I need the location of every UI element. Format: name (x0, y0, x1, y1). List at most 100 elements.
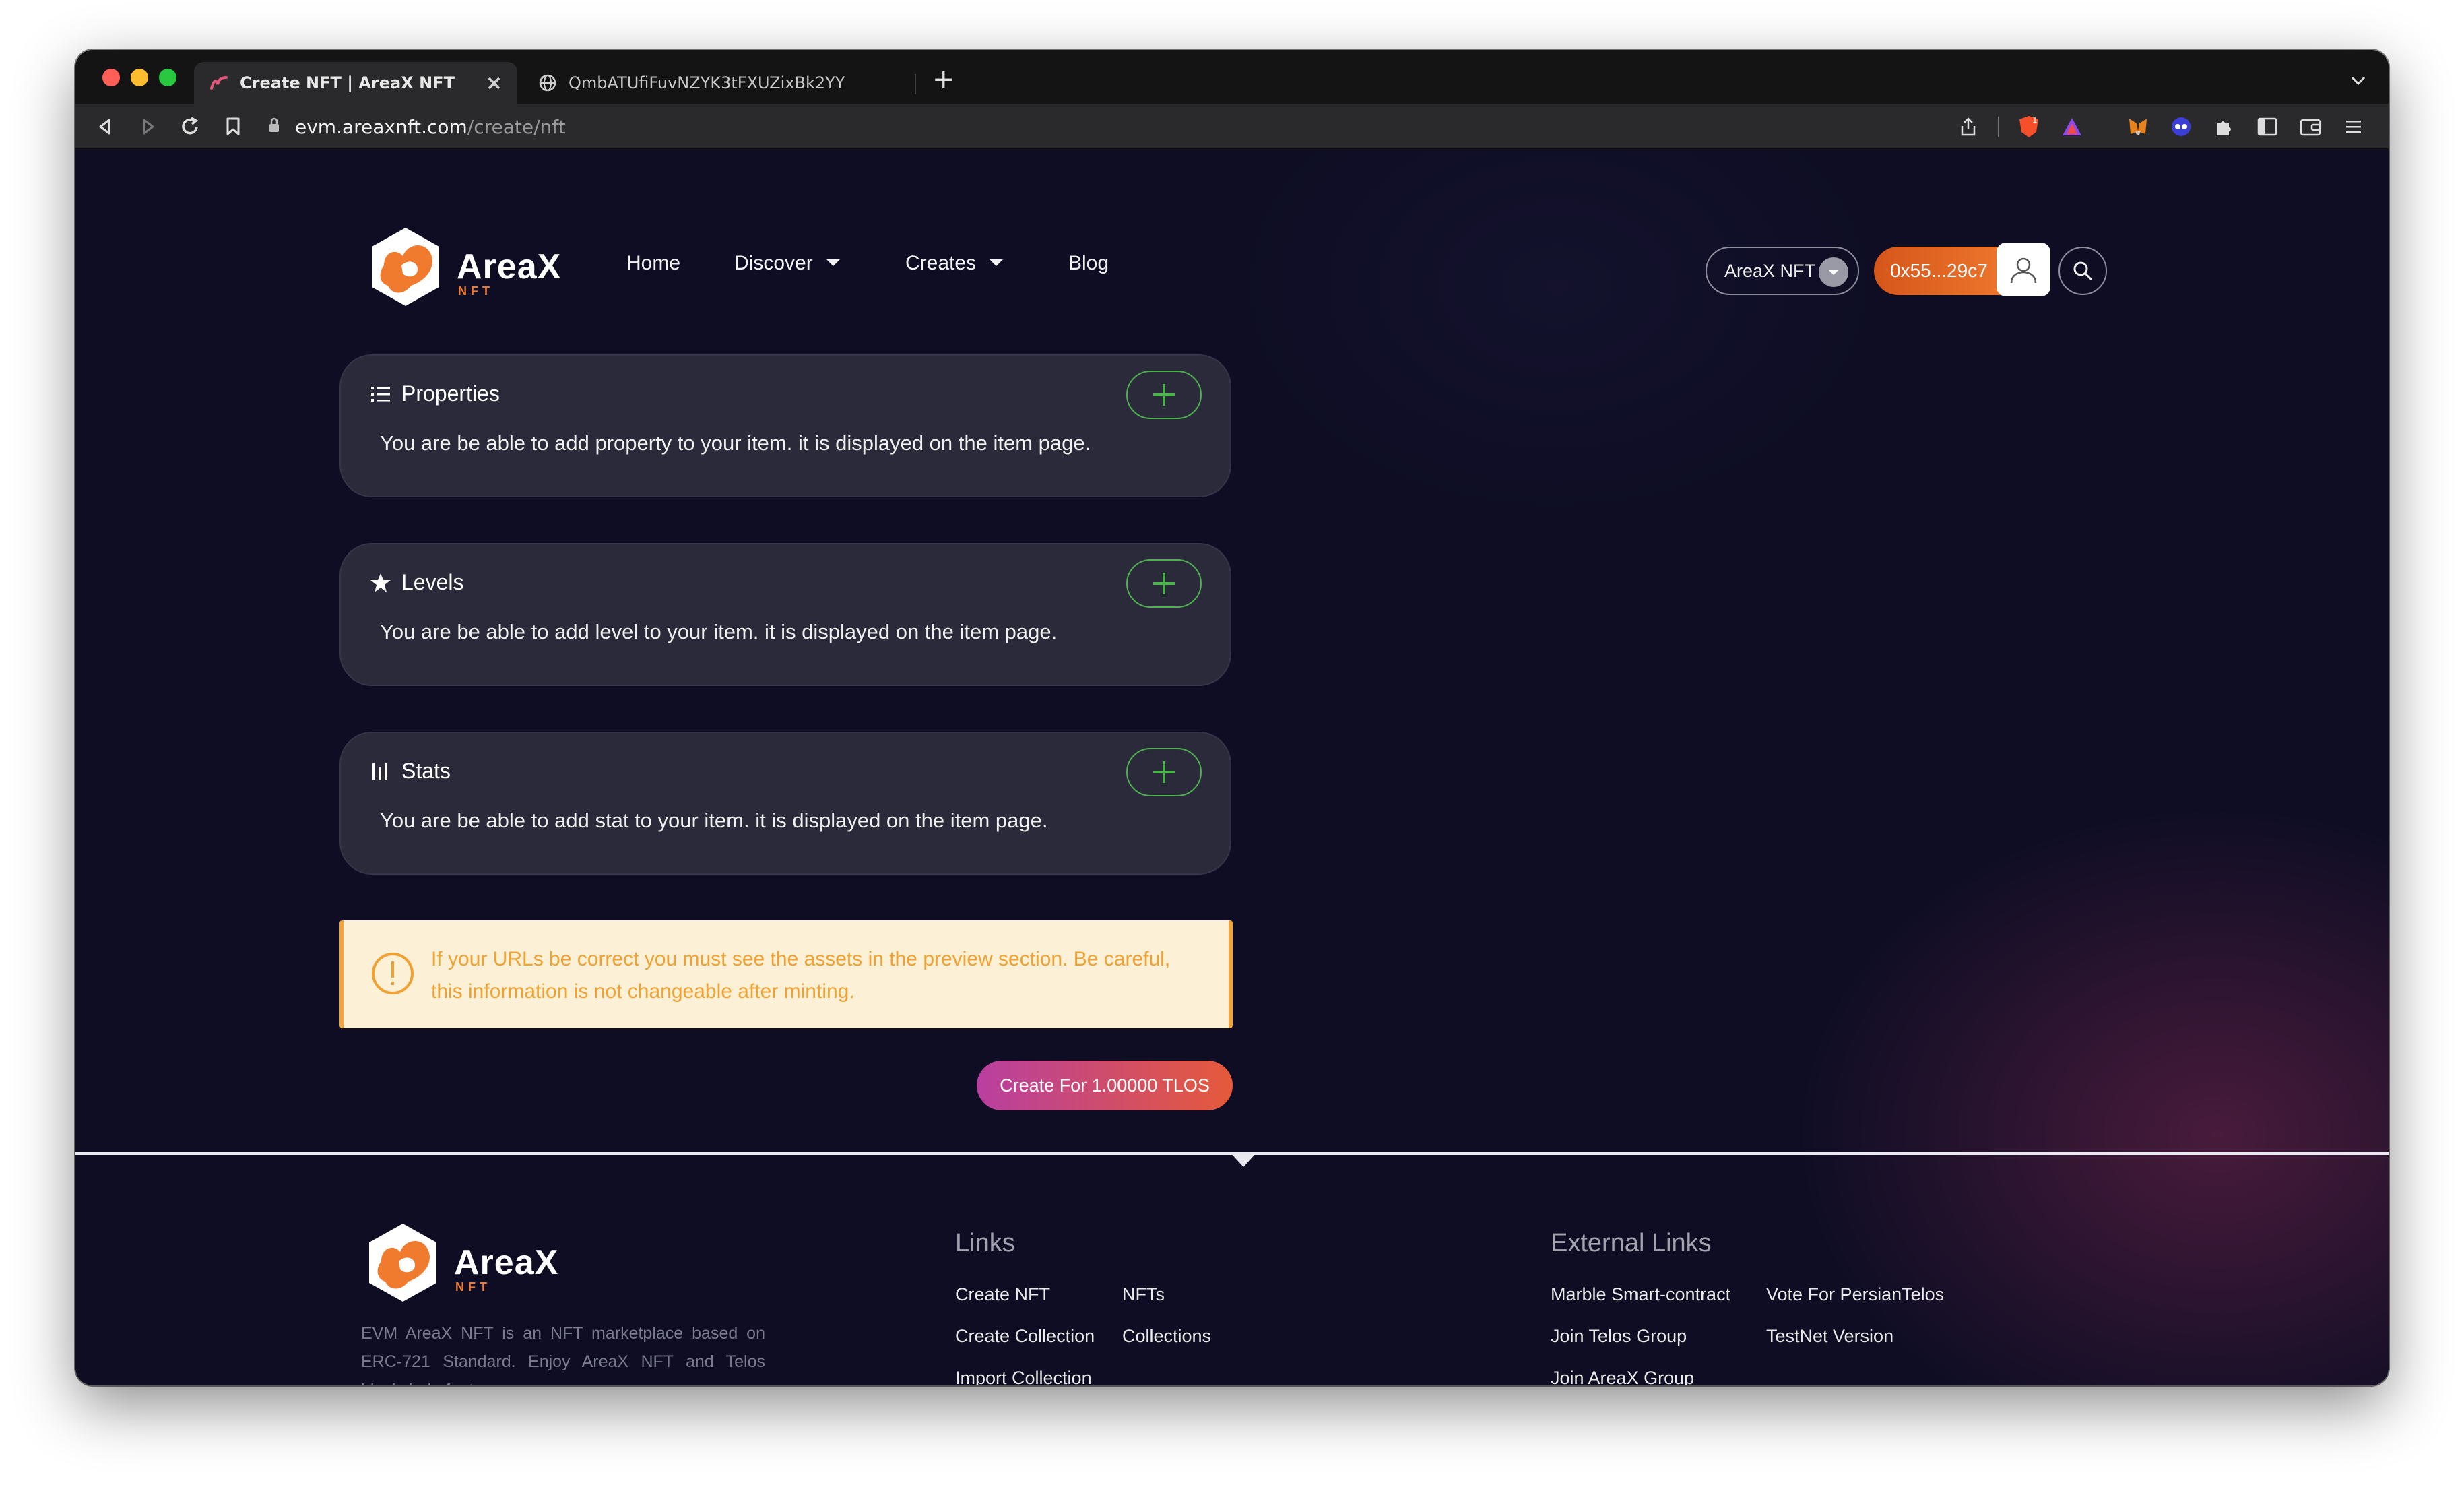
add-level-button[interactable] (1126, 559, 1202, 608)
divider-notch (1230, 1152, 1257, 1167)
back-icon[interactable] (92, 113, 119, 140)
footer-link-testnet[interactable]: TestNet Version (1766, 1326, 1893, 1347)
tab-title: QmbATUfiFuvNZYK3tFXUZixBk2YY (569, 73, 845, 92)
logo-wordmark: AreaX NFT (457, 247, 562, 298)
close-tab-icon[interactable]: × (486, 71, 502, 95)
warning-circle-icon (372, 953, 414, 994)
caret-down-icon (990, 259, 1004, 267)
metamask-icon[interactable] (2123, 112, 2153, 141)
areax-favicon-icon (209, 73, 229, 93)
minimize-window-button[interactable] (131, 69, 148, 86)
footer-link-collections[interactable]: Collections (1122, 1326, 1211, 1347)
footer-external-heading: External Links (1551, 1229, 1712, 1257)
footer-link-create-collection[interactable]: Create Collection (955, 1326, 1095, 1347)
list-icon (369, 383, 392, 406)
sidebar-icon[interactable] (2252, 112, 2282, 141)
wallet-icon[interactable] (2296, 112, 2325, 141)
wallet-extension-icon[interactable] (2166, 112, 2196, 141)
footer-logo[interactable]: AreaX NFT (361, 1221, 558, 1304)
search-icon (2073, 261, 2092, 280)
lock-icon (268, 116, 280, 138)
browser-window: Create NFT | AreaX NFT × QmbATUfiFuvNZYK… (75, 50, 2389, 1385)
logo-subtitle: NFT (458, 284, 494, 298)
add-property-button[interactable] (1126, 371, 1202, 419)
close-window-button[interactable] (102, 69, 120, 86)
properties-heading: Properties (369, 381, 500, 406)
nav-blog[interactable]: Blog (1068, 252, 1109, 275)
areax-logo-icon (369, 1224, 436, 1302)
footer-link-vote[interactable]: Vote For PersianTelos (1766, 1284, 1944, 1305)
areax-logo-icon (372, 228, 439, 306)
tab-title: Create NFT | AreaX NFT (240, 73, 455, 92)
star-icon (369, 571, 392, 594)
footer-description: EVM AreaX NFT is an NFT marketplace base… (361, 1324, 765, 1385)
stats-card: Stats You are be able to add stat to you… (339, 732, 1231, 875)
footer-logo-subtitle: NFT (455, 1280, 491, 1294)
svg-text:1: 1 (2032, 115, 2038, 125)
footer-logo-wordmark: AreaX NFT (454, 1242, 559, 1294)
caret-down-icon (826, 259, 840, 267)
alert-text: If your URLs be correct you must see the… (431, 948, 1171, 1003)
levels-card: Levels You are be able to add level to y… (339, 543, 1231, 686)
footer-link-marble[interactable]: Marble Smart-contract (1551, 1284, 1730, 1305)
properties-card: Properties You are be able to add proper… (339, 354, 1231, 497)
nav-home[interactable]: Home (626, 252, 680, 275)
share-icon[interactable] (1953, 112, 1983, 141)
url-path: /create/nft (467, 115, 566, 138)
puzzle-icon[interactable] (2209, 112, 2239, 141)
tab-ipfs[interactable]: QmbATUfiFuvNZYK3tFXUZixBk2YY (523, 62, 913, 104)
browser-toolbar: evm.areaxnft.com/create/nft 1 (75, 104, 2389, 150)
search-button[interactable] (2058, 247, 2107, 295)
nav-creates-label: Creates (905, 252, 977, 274)
plus-icon (1153, 384, 1175, 406)
footer-link-nfts[interactable]: NFTs (1122, 1284, 1165, 1305)
extension-icons: 1 (1953, 110, 2368, 143)
properties-title: Properties (401, 381, 500, 406)
brave-rewards-icon[interactable] (2057, 112, 2087, 141)
properties-description: You are be able to add property to your … (380, 431, 1091, 455)
plus-icon (1153, 761, 1175, 783)
tab-create-nft[interactable]: Create NFT | AreaX NFT × (194, 62, 517, 104)
url-host: evm.areaxnft.com (295, 115, 467, 138)
user-icon (2010, 257, 2037, 284)
footer-logo-title: AreaX (454, 1243, 559, 1282)
new-tab-button[interactable]: + (932, 66, 955, 93)
levels-description: You are be able to add level to your ite… (380, 620, 1058, 643)
wallet-address: 0x55...29c7 (1890, 260, 1988, 281)
nav-discover-label: Discover (734, 252, 813, 274)
stats-heading: Stats (369, 759, 451, 784)
network-label: AreaX NFT (1724, 260, 1816, 281)
header-logo[interactable]: AreaX NFT (364, 225, 561, 309)
create-nft-button[interactable]: Create For 1.00000 TLOS (977, 1061, 1233, 1110)
tab-separator (915, 74, 916, 94)
user-avatar-button[interactable] (1997, 243, 2050, 296)
footer-link-import-collection[interactable]: Import Collection (955, 1368, 1092, 1385)
menu-icon[interactable] (2339, 112, 2368, 141)
forward-icon[interactable] (135, 113, 162, 140)
stats-title: Stats (401, 759, 451, 783)
page-content: AreaX NFT Home Discover Creates Blog Are… (75, 151, 2389, 1385)
footer-link-create-nft[interactable]: Create NFT (955, 1284, 1050, 1305)
nav-discover[interactable]: Discover (734, 252, 840, 275)
footer-link-areax-group[interactable]: Join AreaX Group (1551, 1368, 1694, 1385)
brave-shields-icon[interactable]: 1 (2014, 112, 2044, 141)
chevron-down-icon (1819, 257, 1848, 287)
add-stat-button[interactable] (1126, 748, 1202, 796)
network-selector[interactable]: AreaX NFT (1706, 247, 1859, 295)
toolbar-divider (1997, 112, 2001, 141)
tab-bar: Create NFT | AreaX NFT × QmbATUfiFuvNZYK… (75, 50, 2389, 104)
bookmark-icon[interactable] (220, 113, 247, 140)
bar-stats-icon (369, 760, 392, 783)
globe-icon (538, 73, 558, 93)
levels-heading: Levels (369, 570, 464, 595)
footer-link-telos-group[interactable]: Join Telos Group (1551, 1326, 1687, 1347)
reload-icon[interactable] (176, 113, 203, 140)
warning-alert: If your URLs be correct you must see the… (339, 920, 1233, 1028)
levels-title: Levels (401, 570, 464, 594)
nav-creates[interactable]: Creates (905, 252, 1004, 275)
maximize-window-button[interactable] (159, 69, 176, 86)
logo-title: AreaX (457, 247, 562, 286)
plus-icon (1153, 573, 1175, 594)
tab-list-chevron-icon[interactable] (2351, 70, 2366, 90)
